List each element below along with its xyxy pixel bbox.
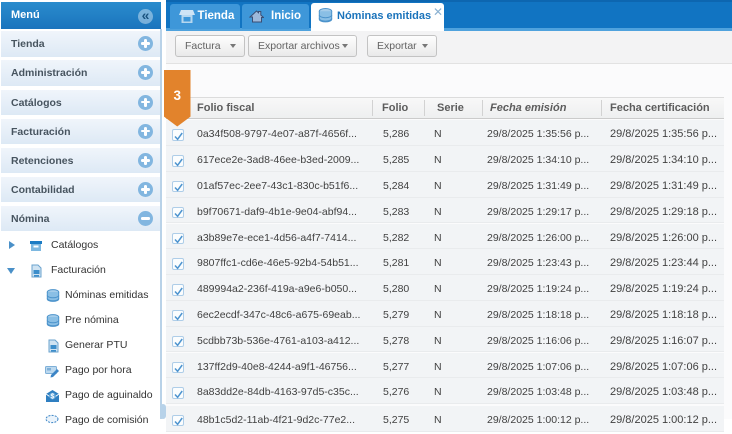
svg-text:$: $	[51, 393, 55, 400]
